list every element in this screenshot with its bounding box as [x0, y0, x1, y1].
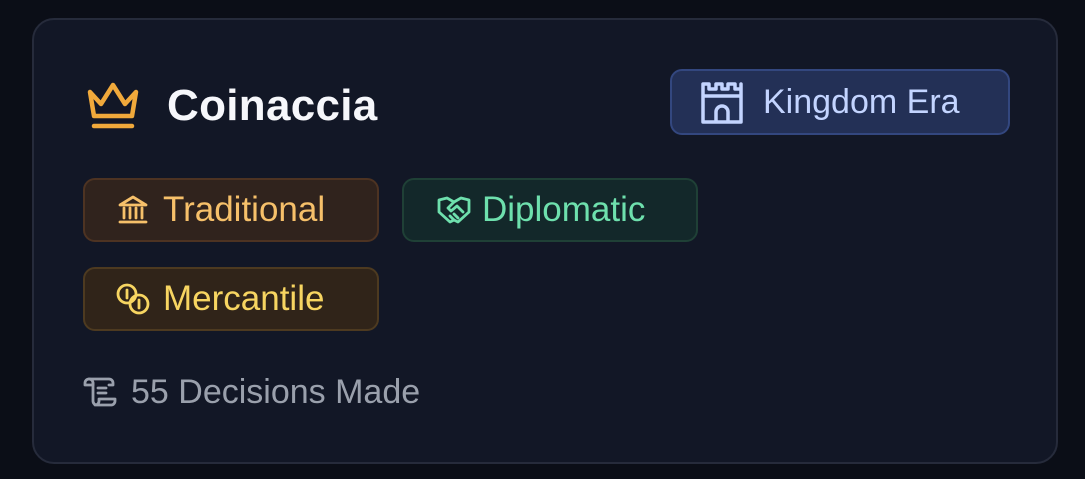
era-badge: Kingdom Era — [670, 69, 1010, 135]
decisions-count: 55 Decisions Made — [83, 370, 420, 414]
castle-icon — [699, 80, 745, 124]
crown-icon — [84, 80, 142, 132]
tag-label: Diplomatic — [482, 190, 646, 229]
tag-mercantile: Mercantile — [83, 267, 379, 331]
coins-icon — [115, 282, 151, 316]
era-label: Kingdom Era — [763, 82, 960, 121]
nation-title: Coinaccia — [167, 81, 378, 130]
nation-card[interactable]: Coinaccia Kingdom Era Traditional Diplom… — [32, 18, 1058, 464]
bank-icon — [117, 194, 149, 226]
tag-diplomatic: Diplomatic — [402, 178, 698, 242]
decisions-label: 55 Decisions Made — [131, 372, 421, 411]
tag-label: Traditional — [163, 190, 326, 229]
handshake-icon — [436, 194, 472, 226]
tag-label: Mercantile — [163, 279, 325, 318]
scroll-icon — [83, 375, 117, 409]
tag-traditional: Traditional — [83, 178, 379, 242]
